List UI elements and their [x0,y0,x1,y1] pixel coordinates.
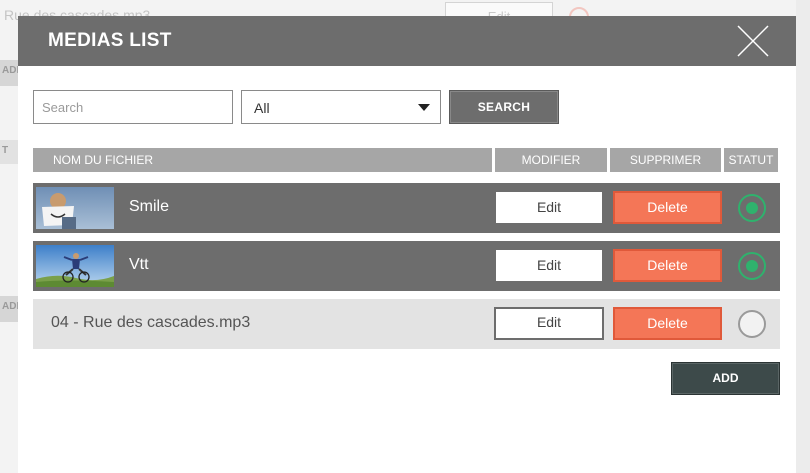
delete-button[interactable]: Delete [613,249,722,282]
close-icon[interactable] [736,24,770,58]
background-right-edge [796,0,810,473]
delete-button[interactable]: Delete [613,307,722,340]
status-active-icon[interactable] [738,194,766,222]
type-filter-select[interactable]: All [241,90,441,124]
medias-list-modal: MEDIAS LIST All SEARCH NOM DU FICHIER MO… [18,16,796,473]
type-filter-value: All [254,100,270,116]
media-name: Vtt [129,256,149,273]
edit-button[interactable]: Edit [496,250,602,281]
add-media-button[interactable]: ADD [671,362,780,395]
chevron-down-icon [418,104,430,111]
column-header-filename: NOM DU FICHIER [33,148,492,172]
status-inactive-icon[interactable] [738,310,766,338]
edit-button[interactable]: Edit [494,307,604,340]
table-row: 04 - Rue des cascades.mp3 Edit Delete [33,299,780,349]
modal-title: MEDIAS LIST [48,30,172,51]
modal-header: MEDIAS LIST [18,16,796,66]
media-name: 04 - Rue des cascades.mp3 [51,314,251,331]
column-header-status: STATUT [724,148,778,172]
column-header-modify: MODIFIER [495,148,607,172]
status-active-icon[interactable] [738,252,766,280]
media-name: Smile [129,198,170,215]
background-add-button: ADD [0,60,18,86]
media-thumbnail [36,245,114,287]
delete-button[interactable]: Delete [613,191,722,224]
search-button[interactable]: SEARCH [449,90,559,124]
table-row: Smile Edit Delete [33,183,780,233]
media-thumbnail [36,187,114,229]
background-label: T [0,140,18,164]
edit-button[interactable]: Edit [496,192,602,223]
column-header-delete: SUPPRIMER [610,148,721,172]
table-row: Vtt Edit Delete [33,241,780,291]
search-input[interactable] [33,90,233,124]
background-add-button-2: ADD [0,296,18,322]
